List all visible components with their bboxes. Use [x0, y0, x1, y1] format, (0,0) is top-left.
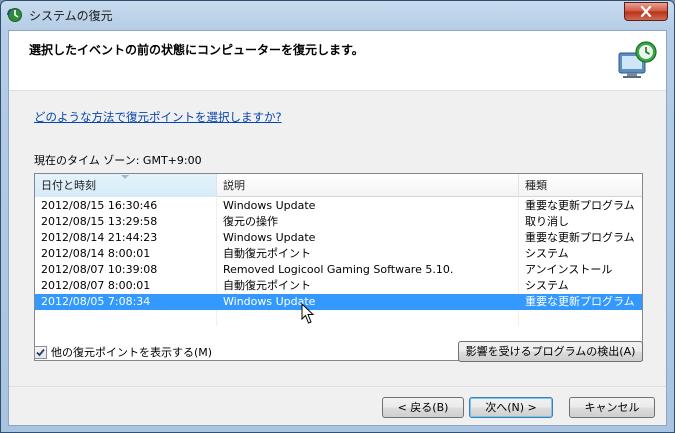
show-more-points-option[interactable]: 他の復元ポイントを表示する(M): [34, 344, 212, 360]
instruction-text: 選択したイベントの前の状態にコンピューターを復元します。: [29, 43, 364, 57]
cell-date: 2012/08/15 13:29:58: [35, 214, 217, 230]
column-header-description[interactable]: 説明: [217, 174, 519, 197]
cell-description: Windows Update: [217, 230, 519, 246]
column-header-type[interactable]: 種類: [519, 174, 642, 197]
check-icon: [36, 348, 45, 356]
table-body: 2012/08/15 16:30:46 Windows Update 重要な更新…: [35, 198, 642, 326]
mouse-cursor-icon: [301, 303, 315, 324]
close-icon: [640, 6, 652, 17]
cell-description: 自動復元ポイント: [217, 278, 519, 294]
cell-type: 取り消し: [525, 215, 569, 228]
cell-type: システム: [525, 247, 569, 260]
cell-date: 2012/08/14 8:00:01: [35, 246, 217, 262]
back-button[interactable]: < 戻る(B): [382, 397, 464, 418]
table-row[interactable]: 2012/08/14 21:44:23 Windows Update 重要な更新…: [35, 230, 642, 246]
footer-separator: [9, 386, 666, 387]
table-row[interactable]: 2012/08/07 10:39:08 Removed Logicool Gam…: [35, 262, 642, 278]
system-restore-window: システムの復元 選択したイベントの前の状態にコンピューターを復元します。 どのよ…: [0, 0, 675, 433]
cell-empty: [217, 310, 519, 326]
table-header: 日付と時刻 説明 種類: [35, 174, 642, 197]
system-restore-icon: [7, 8, 22, 22]
sort-arrow-icon: [121, 175, 129, 179]
window-title: システムの復元: [29, 9, 113, 23]
cell-date: 2012/08/15 16:30:46: [35, 198, 217, 214]
cell-description: Windows Update: [217, 294, 519, 310]
title-bar[interactable]: システムの復元: [1, 1, 674, 29]
cell-description: 復元の操作: [217, 214, 519, 230]
cell-type: アンインストール: [525, 263, 613, 276]
cell-type: 重要な更新プログラム: [525, 199, 635, 212]
show-more-points-label[interactable]: 他の復元ポイントを表示する(M): [51, 344, 212, 360]
cell-description: Windows Update: [217, 198, 519, 214]
dialog-client-area: 選択したイベントの前の状態にコンピューターを復元します。 どのような方法で復元ポ…: [8, 30, 667, 426]
cell-empty: [35, 310, 217, 326]
computer-restore-clock-icon: [618, 41, 657, 78]
header-band: 選択したイベントの前の状態にコンピューターを復元します。: [9, 31, 666, 91]
timezone-label: 現在のタイム ゾーン: GMT+9:00: [34, 154, 202, 167]
cell-description: 自動復元ポイント: [217, 246, 519, 262]
table-row[interactable]: 2012/08/07 8:00:01 自動復元ポイント システム: [35, 278, 642, 294]
next-button[interactable]: 次へ(N) >: [469, 397, 553, 418]
table-row[interactable]: 2012/08/15 16:30:46 Windows Update 重要な更新…: [35, 198, 642, 214]
cell-date: 2012/08/07 10:39:08: [35, 262, 217, 278]
help-link[interactable]: どのような方法で復元ポイントを選択しますか?: [34, 109, 282, 125]
cancel-button[interactable]: キャンセル: [569, 397, 655, 418]
restore-points-table[interactable]: 日付と時刻 説明 種類 2012/08/15 16:30:46 Windows …: [34, 173, 643, 361]
table-row[interactable]: 2012/08/14 8:00:01 自動復元ポイント システム: [35, 246, 642, 262]
table-row-selected[interactable]: 2012/08/05 7:08:34 Windows Update 重要な更新プ…: [35, 294, 642, 310]
table-row-empty: [35, 310, 642, 326]
cell-type: システム: [525, 279, 569, 292]
cell-date: 2012/08/05 7:08:34: [35, 294, 217, 310]
cell-type: 重要な更新プログラム: [525, 295, 635, 308]
cell-date: 2012/08/14 21:44:23: [35, 230, 217, 246]
cell-description: Removed Logicool Gaming Software 5.10.: [217, 262, 519, 278]
table-row[interactable]: 2012/08/15 13:29:58 復元の操作 取り消し: [35, 214, 642, 230]
close-button[interactable]: [624, 2, 668, 21]
cell-type: 重要な更新プログラム: [525, 231, 635, 244]
show-more-points-checkbox[interactable]: [34, 345, 47, 359]
scan-affected-programs-button[interactable]: 影響を受けるプログラムの検出(A): [458, 341, 643, 362]
cell-date: 2012/08/07 8:00:01: [35, 278, 217, 294]
